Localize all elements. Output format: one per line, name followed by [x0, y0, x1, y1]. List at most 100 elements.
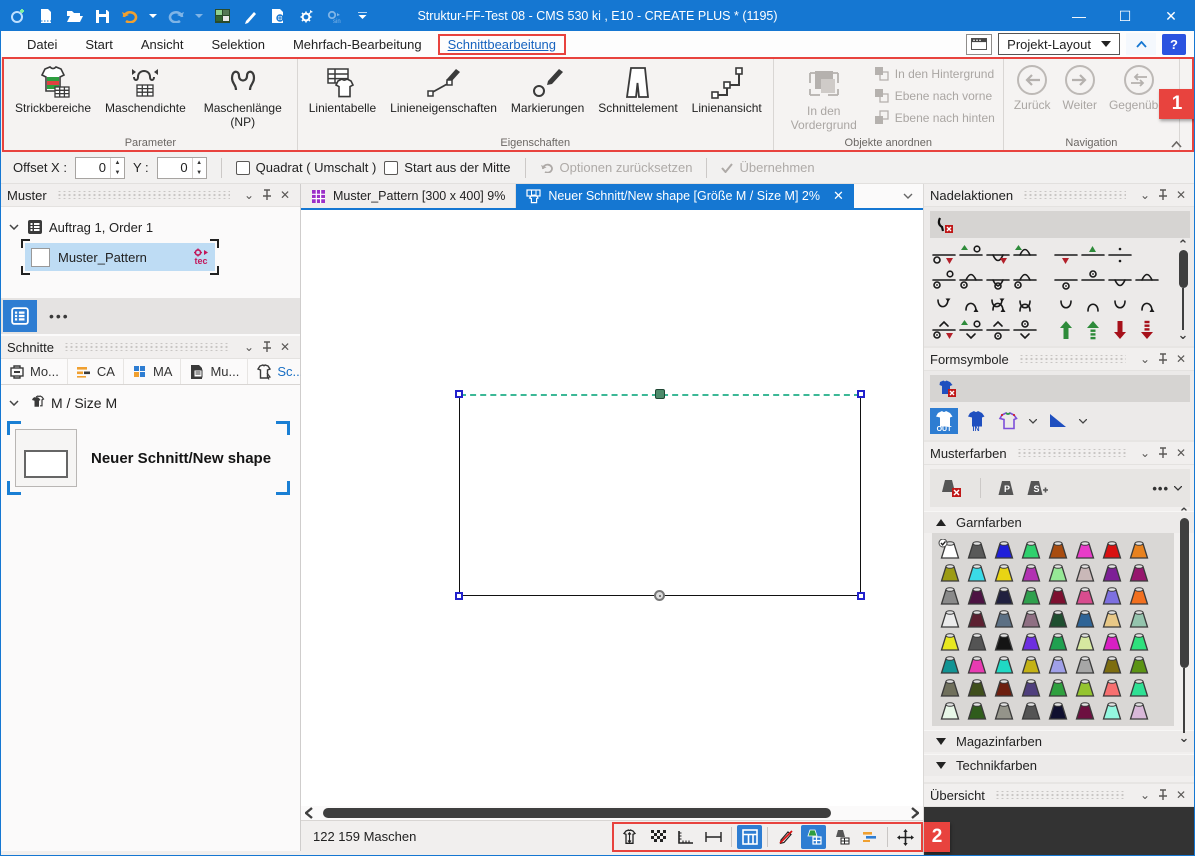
yarn-color-swatch[interactable] [936, 561, 963, 583]
needle-action-item[interactable] [1133, 268, 1160, 292]
color-lines-icon[interactable] [857, 825, 882, 849]
needle-action-item[interactable] [1133, 243, 1160, 267]
needle-action-item[interactable] [930, 243, 957, 267]
minimize-button[interactable]: — [1056, 1, 1102, 31]
shape-measure-icon[interactable] [617, 825, 642, 849]
linientabelle-button[interactable]: Linientabelle [302, 61, 383, 119]
horizontal-scroll-thumb[interactable] [323, 808, 831, 818]
canvas-horizontal-scrollbar[interactable] [301, 806, 923, 820]
menu-ansicht[interactable]: Ansicht [129, 35, 196, 54]
schnitte-panel-drag-texture[interactable] [64, 343, 230, 351]
save-icon[interactable] [93, 7, 111, 25]
selected-needle-action[interactable] [930, 211, 1190, 238]
selected-form-symbol[interactable] [930, 375, 1190, 402]
needle-action-item[interactable] [1011, 268, 1038, 292]
yarn-color-swatch[interactable] [1071, 584, 1098, 606]
color-p-button[interactable]: P [997, 479, 1017, 497]
order-expander-icon[interactable] [9, 224, 21, 230]
linieneigenschaften-button[interactable]: Linieneigenschaften [383, 61, 504, 119]
shape-handle-top-right[interactable] [857, 390, 865, 398]
nadelaktionen-pin-icon[interactable] [1154, 186, 1172, 204]
shape-handle-top-left[interactable] [455, 390, 463, 398]
pan-move-icon[interactable] [893, 825, 918, 849]
yarn-color-swatch[interactable] [1071, 630, 1098, 652]
maximize-button[interactable]: ☐ [1102, 1, 1148, 31]
needle-action-item[interactable] [984, 293, 1011, 317]
triangle-tool-dropdown-icon[interactable] [1079, 419, 1087, 424]
yarn-color-swatch[interactable] [990, 653, 1017, 675]
yarn-color-swatch[interactable] [1071, 653, 1098, 675]
shape-rectangle[interactable] [459, 395, 861, 596]
yarn-color-swatch[interactable] [1098, 607, 1125, 629]
uebersicht-collapse-chevron-icon[interactable]: ⌄ [1136, 786, 1154, 804]
yarn-color-swatch[interactable] [1044, 630, 1071, 652]
yarn-color-swatch[interactable] [963, 653, 990, 675]
offset-y-up-icon[interactable]: ▲ [193, 158, 206, 168]
needle-action-item[interactable] [957, 243, 984, 267]
needle-action-item[interactable] [1106, 293, 1133, 317]
markierungen-button[interactable]: Markierungen [504, 61, 591, 119]
needle-action-item[interactable] [1011, 243, 1038, 267]
needle-action-item[interactable] [1079, 318, 1106, 342]
shape-outline-dropdown-icon[interactable] [1029, 419, 1037, 424]
musterfarben-scroll-thumb[interactable] [1180, 518, 1189, 668]
yarn-color-swatch[interactable] [1071, 699, 1098, 721]
window-layout-icon[interactable] [966, 34, 992, 55]
needle-action-item[interactable] [1011, 318, 1038, 342]
needle-action-item[interactable] [930, 318, 957, 342]
formsymbole-collapse-chevron-icon[interactable]: ⌄ [1136, 350, 1154, 368]
needle-action-item[interactable] [984, 243, 1011, 267]
yarn-color-swatch[interactable] [963, 584, 990, 606]
yarn-color-swatch[interactable] [1044, 607, 1071, 629]
yarn-color-swatch[interactable] [1098, 561, 1125, 583]
shape-node-bottom-center[interactable] [654, 590, 665, 601]
nadelaktionen-scrollbar[interactable]: ⌃ ⌄ [1174, 240, 1192, 340]
shape-canvas[interactable] [301, 210, 923, 806]
yarn-color-swatch[interactable] [963, 699, 990, 721]
customize-toolbar-chevron-icon[interactable] [353, 7, 371, 25]
order-view-button[interactable] [3, 300, 37, 332]
yarn-color-swatch[interactable] [1017, 561, 1044, 583]
editor-tab-muster-pattern[interactable]: Muster_Pattern [300 x 400] 9% [301, 184, 516, 208]
yarn-color-swatch[interactable] [963, 676, 990, 698]
reset-options-button[interactable]: Optionen zurücksetzen [540, 160, 693, 175]
yarn-color-swatch[interactable] [1017, 584, 1044, 606]
yarn-scroll-down-icon[interactable]: ⌄ [1179, 733, 1190, 743]
ribbon-collapse-chevron-icon[interactable] [1171, 141, 1182, 148]
machine-document-icon[interactable] [269, 7, 287, 25]
yarn-color-swatch[interactable] [1098, 699, 1125, 721]
needle-action-item[interactable] [1052, 268, 1079, 292]
yarn-color-swatch[interactable] [1044, 584, 1071, 606]
tab-ma[interactable]: MA [124, 359, 182, 384]
yarn-color-swatch[interactable] [1125, 584, 1152, 606]
yarn-color-swatch[interactable] [1017, 653, 1044, 675]
yarn-color-swatch[interactable] [936, 538, 963, 560]
yarn-color-swatch[interactable] [963, 607, 990, 629]
yarn-color-swatch[interactable] [990, 630, 1017, 652]
muster-collapse-chevron-icon[interactable]: ⌄ [240, 186, 258, 204]
send-to-back-button[interactable]: In den Hintergrund [874, 66, 995, 82]
offset-x-up-icon[interactable]: ▲ [111, 158, 124, 168]
offset-y-value[interactable]: 0 [158, 158, 192, 178]
yarn-color-swatch[interactable] [990, 584, 1017, 606]
add-color-button[interactable]: S [1027, 479, 1049, 497]
menu-schnittbearbeitung[interactable]: Schnittbearbeitung [438, 34, 566, 55]
menu-selektion[interactable]: Selektion [199, 35, 276, 54]
help-button[interactable]: ? [1162, 34, 1186, 55]
overview-viewport[interactable] [924, 807, 1195, 856]
needle-action-item[interactable] [984, 318, 1011, 342]
needle-action-item[interactable] [1011, 293, 1038, 317]
yarn-color-swatch[interactable] [963, 630, 990, 652]
bring-to-front-button[interactable]: In den Vordergrund [778, 61, 870, 136]
close-button[interactable]: ✕ [1148, 1, 1194, 31]
yarn-color-swatch[interactable] [1044, 653, 1071, 675]
offset-x-value[interactable]: 0 [76, 158, 110, 178]
yarn-color-swatch[interactable] [936, 699, 963, 721]
yarn-color-swatch[interactable] [1044, 699, 1071, 721]
open-file-icon[interactable] [65, 7, 83, 25]
shape-in-button[interactable]: IN [962, 408, 990, 434]
musterfarben-pin-icon[interactable] [1154, 444, 1172, 462]
dither-pattern-icon[interactable] [645, 825, 670, 849]
yarn-color-swatch[interactable] [1098, 630, 1125, 652]
offset-y-down-icon[interactable]: ▼ [193, 168, 206, 178]
